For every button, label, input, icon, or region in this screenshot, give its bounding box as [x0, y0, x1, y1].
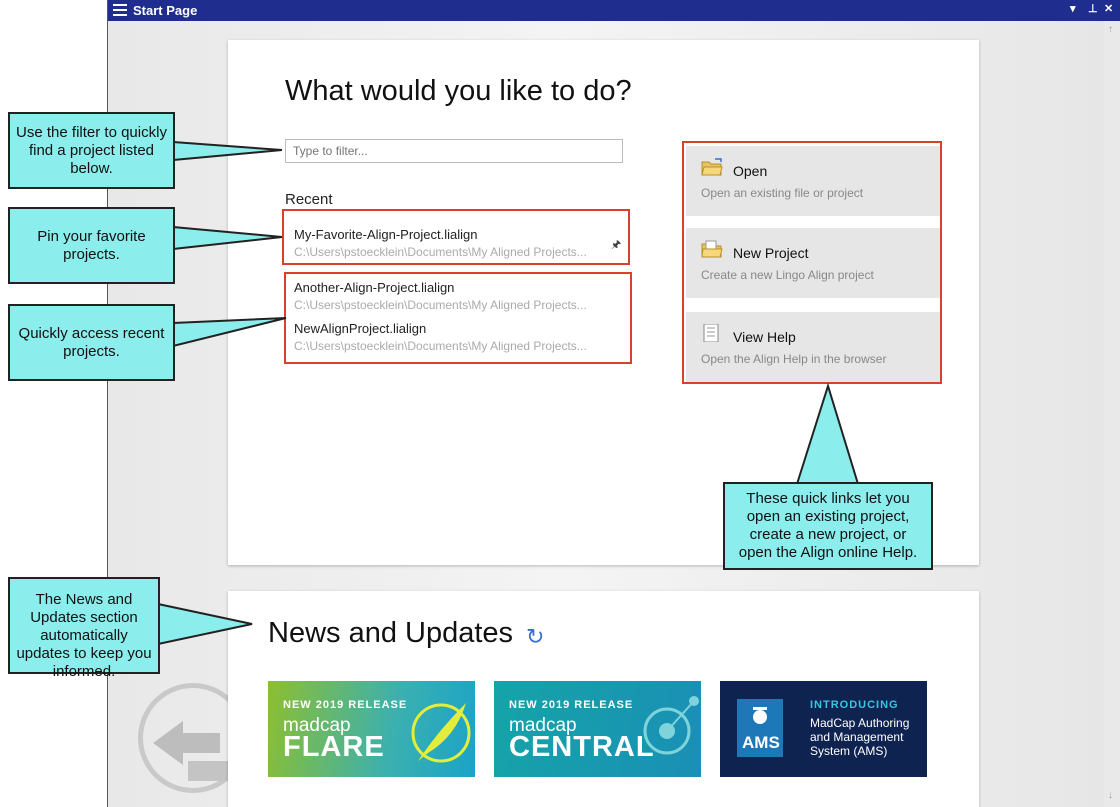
- project-path: C:\Users\pstoecklein\Documents\My Aligne…: [294, 298, 587, 312]
- tile-product: MadCap Authoring and Management System (…: [810, 716, 910, 758]
- project-path: C:\Users\pstoecklein\Documents\My Aligne…: [294, 339, 587, 353]
- recent-label: Recent: [285, 191, 333, 208]
- quick-links-panel: Open Open an existing file or project Ne…: [682, 141, 942, 384]
- open-link[interactable]: Open Open an existing file or project: [686, 146, 940, 216]
- open-desc: Open an existing file or project: [701, 186, 864, 200]
- project-name: NewAlignProject.lialign: [294, 321, 427, 336]
- open-label: Open: [733, 163, 768, 179]
- tile-badge: INTRODUCING: [810, 699, 899, 711]
- mascot-icon: [753, 707, 767, 724]
- ams-logo: AMS: [737, 699, 783, 757]
- page-heading: What would you like to do?: [285, 75, 632, 107]
- pin-icon[interactable]: 🖈: [611, 236, 621, 255]
- title-bar: Start Page ▾ ⊥ ✕: [108, 0, 1120, 21]
- close-icon[interactable]: ✕: [1104, 2, 1113, 15]
- scroll-down-icon[interactable]: ↓: [1108, 790, 1113, 801]
- view-help-link[interactable]: View Help Open the Align Help in the bro…: [686, 312, 940, 382]
- ams-news-tile[interactable]: AMS INTRODUCING MadCap Authoring and Man…: [720, 681, 927, 777]
- new-project-desc: Create a new Lingo Align project: [701, 268, 874, 282]
- filter-input[interactable]: [285, 139, 623, 163]
- start-page-window: Start Page ▾ ⊥ ✕ What would you like to …: [107, 0, 1120, 807]
- scroll-up-icon[interactable]: ↑: [1108, 24, 1113, 35]
- refresh-icon[interactable]: ↻: [526, 624, 544, 650]
- tile-badge: NEW 2019 RELEASE: [283, 699, 408, 711]
- window-title: Start Page: [133, 3, 198, 18]
- callout-news: The News and Updates section automatical…: [8, 577, 160, 680]
- project-name: My-Favorite-Align-Project.lialign: [294, 227, 478, 242]
- start-page-content: What would you like to do? Recent My-Fav…: [108, 21, 1118, 807]
- new-project-label: New Project: [733, 245, 809, 261]
- new-project-icon: [701, 240, 723, 258]
- news-title: News and Updates: [268, 617, 514, 649]
- recent-project-item[interactable]: Another-Align-Project.lialign C:\Users\p…: [294, 280, 587, 312]
- open-folder-icon: [701, 158, 723, 176]
- new-project-link[interactable]: New Project Create a new Lingo Align pro…: [686, 228, 940, 298]
- recent-project-item[interactable]: My-Favorite-Align-Project.lialign C:\Use…: [294, 227, 587, 259]
- central-news-tile[interactable]: NEW 2019 RELEASE madcap CENTRAL: [494, 681, 701, 777]
- callout-recent: Quickly access recent projects.: [8, 304, 175, 381]
- network-icon: [643, 696, 699, 755]
- tile-badge: NEW 2019 RELEASE: [509, 699, 634, 711]
- vertical-scrollbar[interactable]: ↑ ↓: [1104, 21, 1120, 807]
- help-document-icon: [703, 324, 719, 342]
- news-card: News and Updates ↻ NEW 2019 RELEASE madc…: [228, 591, 979, 807]
- feather-icon: [411, 703, 471, 763]
- project-path: C:\Users\pstoecklein\Documents\My Aligne…: [294, 245, 587, 259]
- view-help-label: View Help: [733, 329, 796, 345]
- recent-project-item[interactable]: NewAlignProject.lialign C:\Users\pstoeck…: [294, 321, 587, 353]
- callout-filter: Use the filter to quickly find a project…: [8, 112, 175, 189]
- menu-icon[interactable]: [113, 4, 127, 17]
- callout-quicklinks: These quick links let you open an existi…: [723, 482, 933, 570]
- dropdown-icon[interactable]: ▾: [1070, 2, 1076, 15]
- flare-news-tile[interactable]: NEW 2019 RELEASE madcap FLARE: [268, 681, 475, 777]
- callout-pin: Pin your favorite projects.: [8, 207, 175, 284]
- project-name: Another-Align-Project.lialign: [294, 280, 455, 295]
- tile-product: FLARE: [283, 731, 385, 763]
- view-help-desc: Open the Align Help in the browser: [701, 352, 887, 366]
- pin-window-icon[interactable]: ⊥: [1088, 2, 1098, 15]
